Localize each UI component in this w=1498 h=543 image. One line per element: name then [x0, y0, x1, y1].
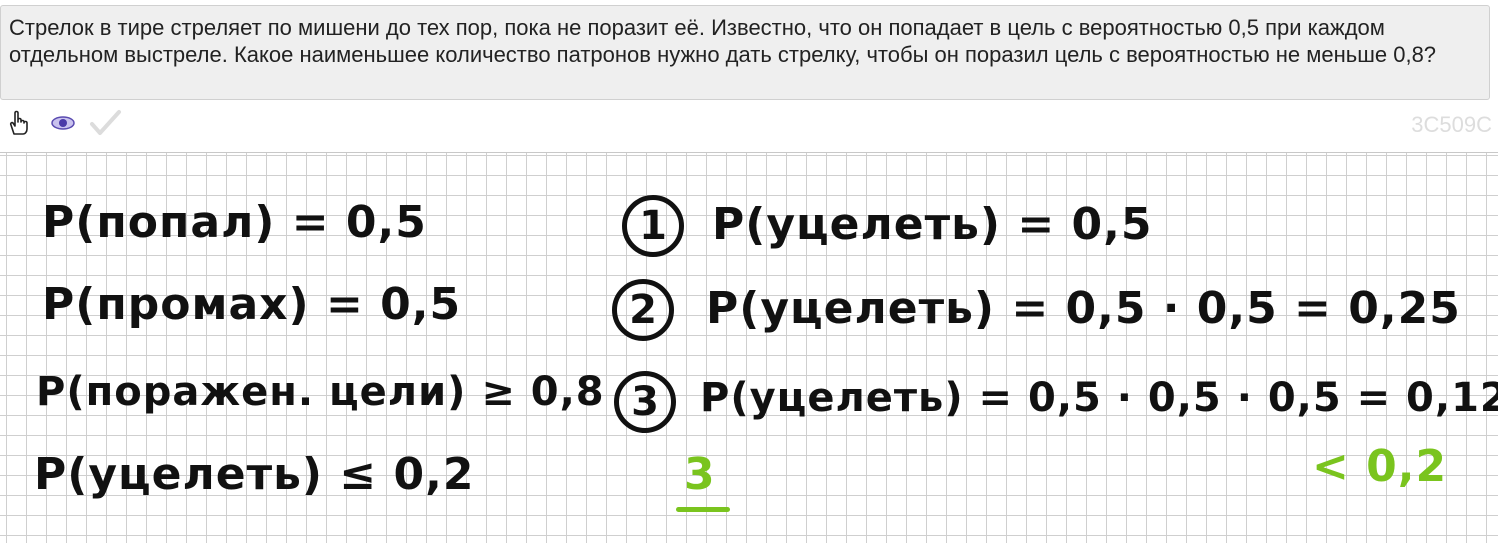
step-1-text: P(уцелеть) = 0,5: [712, 199, 1153, 250]
note-line-hit: P(попал) = 0,5: [42, 197, 427, 248]
task-code: 3C509C: [1411, 112, 1492, 137]
step-number-3: 3: [614, 371, 676, 433]
compare-note: < 0,2: [1312, 441, 1448, 492]
handwritten-solution: P(попал) = 0,5 P(промах) = 0,5 P(поражен…: [0, 152, 1498, 543]
step-3-text: P(уцелеть) = 0,5 · 0,5 · 0,5 = 0,125: [700, 375, 1498, 421]
answer-underline: [676, 507, 730, 512]
note-line-target-hit: P(поражен. цели) ≥ 0,8: [36, 369, 605, 415]
checkmark-icon[interactable]: [88, 108, 121, 138]
note-line-miss: P(промах) = 0,5: [42, 279, 462, 330]
hand-pointer-icon[interactable]: [4, 108, 34, 138]
step-2-text: P(уцелеть) = 0,5 · 0,5 = 0,25: [706, 283, 1461, 334]
task-toolbar: 3C509C: [0, 104, 1498, 144]
eye-icon[interactable]: [48, 108, 78, 138]
note-line-survive: P(уцелеть) ≤ 0,2: [34, 449, 475, 500]
task-text: Стрелок в тире стреляет по мишени до тех…: [0, 5, 1490, 100]
step-number-2: 2: [612, 279, 674, 341]
answer-value: 3: [684, 449, 716, 500]
task-card: Стрелок в тире стреляет по мишени до тех…: [0, 0, 1498, 150]
step-number-1: 1: [622, 195, 684, 257]
